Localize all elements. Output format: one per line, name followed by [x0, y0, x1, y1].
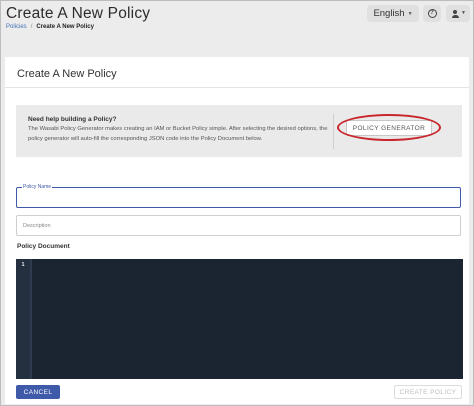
breadcrumb-separator: /	[30, 24, 33, 30]
info-text: The Wasabi Policy Generator makes creati…	[28, 126, 328, 142]
page-title: Create A New Policy	[6, 5, 151, 22]
description-field[interactable]: Description	[16, 215, 461, 236]
info-heading: Need help building a Policy?	[28, 116, 117, 123]
language-label: English	[373, 8, 405, 19]
breadcrumb: Policies / Create A New Policy	[6, 24, 94, 30]
description-label: Description	[23, 223, 51, 229]
top-bar: Create A New Policy Policies / Create A Ne…	[1, 1, 473, 39]
breadcrumb-policies-link[interactable]: Policies	[6, 24, 27, 30]
cancel-button[interactable]: CANCEL	[16, 385, 60, 399]
create-policy-button[interactable]: CREATE POLICY	[394, 385, 462, 399]
help-button[interactable]: ?	[423, 5, 441, 22]
policy-name-input[interactable]	[17, 188, 460, 207]
user-icon-body	[451, 15, 459, 18]
policy-document-editor[interactable]: 1	[16, 259, 463, 379]
chevron-down-icon: ▼	[461, 10, 466, 16]
policy-name-field[interactable]: Policy Name	[16, 184, 461, 208]
user-icon	[453, 10, 457, 14]
user-menu-button[interactable]: ▼	[446, 5, 470, 22]
help-circle-icon: ?	[427, 9, 437, 18]
breadcrumb-current: Create A New Policy	[36, 24, 94, 30]
language-selector[interactable]: English ▼	[367, 5, 419, 22]
create-policy-card: Create A New Policy Need help building a…	[5, 57, 469, 404]
editor-gutter: 1	[16, 259, 30, 379]
editor-cursor	[30, 259, 32, 379]
card-divider	[5, 87, 469, 88]
policy-name-label: Policy Name	[22, 184, 53, 190]
line-number: 1	[21, 262, 25, 268]
policy-generator-info: Need help building a Policy? The Wasabi …	[16, 105, 462, 157]
policy-generator-button[interactable]: POLICY GENERATOR	[346, 120, 432, 136]
chevron-down-icon: ▼	[407, 10, 413, 17]
description-input[interactable]	[17, 216, 460, 235]
policy-document-label: Policy Document	[17, 243, 70, 250]
card-title: Create A New Policy	[17, 68, 117, 80]
info-divider	[333, 114, 334, 149]
